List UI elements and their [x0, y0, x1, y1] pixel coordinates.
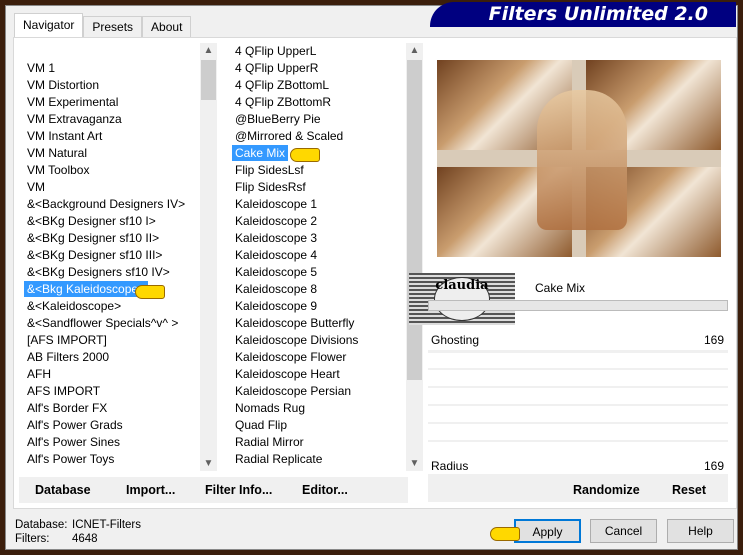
- category-item[interactable]: VM Toolbox: [24, 162, 92, 178]
- filter-item[interactable]: Kaleidoscope Divisions: [232, 332, 361, 348]
- filters-count: 4648: [72, 533, 98, 545]
- scroll-thumb[interactable]: [201, 60, 216, 100]
- apply-button[interactable]: Apply: [514, 519, 581, 543]
- pointing-hand-icon: [490, 527, 520, 541]
- filter-item[interactable]: Kaleidoscope Persian: [232, 383, 354, 399]
- filter-info-button[interactable]: Filter Info...: [205, 483, 272, 497]
- category-item[interactable]: [AFS IMPORT]: [24, 332, 110, 348]
- scroll-down-icon[interactable]: ▼: [200, 458, 217, 469]
- filter-item[interactable]: Kaleidoscope 8: [232, 281, 320, 297]
- category-item[interactable]: &<BKg Designer sf10 II>: [24, 230, 162, 246]
- scroll-down-icon[interactable]: ▼: [406, 458, 423, 469]
- filter-item[interactable]: @BlueBerry Pie: [232, 111, 324, 127]
- param-button-bar: Randomize Reset: [428, 474, 728, 502]
- ghosting-label: Ghosting: [431, 333, 480, 347]
- category-item[interactable]: &<BKg Designer sf10 III>: [24, 247, 165, 263]
- filter-scrollbar[interactable]: ▲ ▼: [406, 43, 423, 471]
- category-item[interactable]: &<BKg Designer sf10 I>: [24, 213, 159, 229]
- status-info: Database: ICNET-Filters Filters: 4648: [15, 518, 141, 546]
- category-item[interactable]: Alf's Power Grads: [24, 417, 126, 433]
- watermark-logo: claudia: [409, 273, 515, 325]
- filter-name-label: Cake Mix: [534, 281, 585, 295]
- category-item[interactable]: VM: [24, 179, 48, 195]
- filter-item[interactable]: Kaleidoscope 2: [232, 213, 320, 229]
- database-button[interactable]: Database: [35, 483, 91, 497]
- filter-item[interactable]: Nomads Rug: [232, 400, 308, 416]
- filter-item[interactable]: Radial Mirror: [232, 434, 307, 450]
- category-scrollbar[interactable]: ▲ ▼: [200, 43, 217, 471]
- tab-bar: Navigator Presets About: [14, 13, 192, 37]
- filter-item[interactable]: 4 QFlip UpperR: [232, 60, 321, 76]
- category-item[interactable]: Alf's Power Sines: [24, 434, 123, 450]
- import-button[interactable]: Import...: [126, 483, 175, 497]
- pointing-hand-icon: [135, 285, 165, 299]
- category-list[interactable]: VM 1 VM Distortion VM Experimental VM Extra…: [20, 43, 217, 471]
- category-item[interactable]: AFH: [24, 366, 54, 382]
- category-item[interactable]: VM Experimental: [24, 94, 121, 110]
- filter-item[interactable]: 4 QFlip UpperL: [232, 43, 319, 59]
- scroll-thumb[interactable]: [407, 60, 422, 380]
- filter-item[interactable]: Kaleidoscope 5: [232, 264, 320, 280]
- filter-item[interactable]: Flip SidesRsf: [232, 179, 309, 195]
- radius-label: Radius: [431, 459, 469, 473]
- tab-about[interactable]: About: [142, 16, 192, 37]
- filter-item[interactable]: Kaleidoscope 9: [232, 298, 320, 314]
- filter-item[interactable]: Kaleidoscope Heart: [232, 366, 343, 382]
- filter-item[interactable]: 4 QFlip ZBottomR: [232, 94, 334, 110]
- category-item[interactable]: VM Distortion: [24, 77, 102, 93]
- filter-item[interactable]: Kaleidoscope Butterfly: [232, 315, 357, 331]
- ghosting-value: 169: [703, 333, 724, 347]
- list-button-bar: Database Import... Filter Info... Editor…: [19, 477, 408, 503]
- filter-item[interactable]: 4 QFlip ZBottomL: [232, 77, 332, 93]
- tab-presets[interactable]: Presets: [83, 16, 143, 37]
- filters-label: Filters:: [15, 533, 50, 545]
- filter-item[interactable]: Flip SidesLsf: [232, 162, 307, 178]
- scroll-up-icon[interactable]: ▲: [200, 45, 217, 56]
- database-value: ICNET-Filters: [72, 519, 141, 531]
- category-item[interactable]: &<Sandflower Specials^v^ >: [24, 315, 181, 331]
- filter-item[interactable]: Cake Mix: [232, 145, 289, 161]
- category-item[interactable]: &<Bkg Kaleidoscope>: [24, 281, 149, 297]
- preview-image: [437, 60, 721, 257]
- filter-list[interactable]: 4 QFlip UpperL 4 QFlip UpperR 4 QFlip ZBot…: [226, 43, 423, 471]
- tab-navigator[interactable]: Navigator: [14, 13, 84, 37]
- category-item[interactable]: Alf's Border FX: [24, 400, 110, 416]
- randomize-button[interactable]: Randomize: [573, 483, 640, 497]
- category-item[interactable]: &<Background Designers IV>: [24, 196, 188, 212]
- cancel-button[interactable]: Cancel: [590, 519, 657, 543]
- filter-item[interactable]: @Mirrored & Scaled: [232, 128, 346, 144]
- scroll-up-icon[interactable]: ▲: [406, 45, 423, 56]
- ghosting-slider[interactable]: [428, 350, 728, 353]
- category-item[interactable]: VM 1: [24, 60, 58, 76]
- category-item[interactable]: AB Filters 2000: [24, 349, 112, 365]
- filter-item[interactable]: Radial Replicate: [232, 451, 325, 467]
- radius-value: 169: [703, 459, 724, 473]
- category-item[interactable]: AFS IMPORT: [24, 383, 103, 399]
- help-button[interactable]: Help: [667, 519, 734, 543]
- database-label: Database:: [15, 519, 68, 531]
- title-banner: Filters Unlimited 2.0: [430, 2, 736, 27]
- filter-item[interactable]: Kaleidoscope Flower: [232, 349, 349, 365]
- editor-button[interactable]: Editor...: [302, 483, 348, 497]
- filter-item[interactable]: Kaleidoscope 1: [232, 196, 320, 212]
- category-item[interactable]: VM Natural: [24, 145, 90, 161]
- filter-item[interactable]: Quad Flip: [232, 417, 290, 433]
- pointing-hand-icon: [290, 148, 320, 162]
- parameter-area: Ghosting 169 Radius 169: [428, 332, 728, 474]
- reset-button[interactable]: Reset: [672, 483, 706, 497]
- category-item[interactable]: &<BKg Designers sf10 IV>: [24, 264, 173, 280]
- filter-item[interactable]: Kaleidoscope 3: [232, 230, 320, 246]
- filter-name-bar: [428, 300, 728, 311]
- category-item[interactable]: &<Kaleidoscope>: [24, 298, 124, 314]
- category-item[interactable]: Alf's Power Toys: [24, 451, 117, 467]
- category-item[interactable]: VM Extravaganza: [24, 111, 125, 127]
- filter-item[interactable]: Kaleidoscope 4: [232, 247, 320, 263]
- category-item[interactable]: VM Instant Art: [24, 128, 105, 144]
